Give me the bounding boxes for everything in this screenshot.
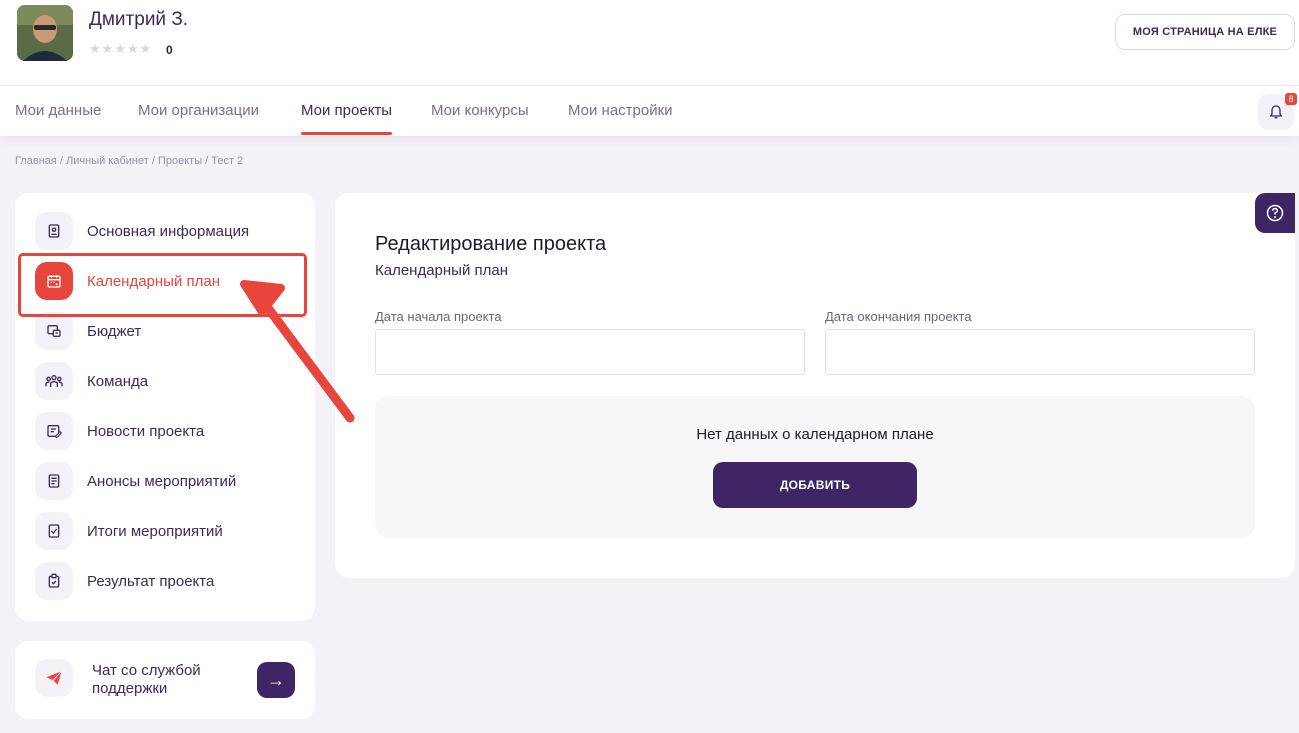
help-button[interactable] <box>1255 193 1295 233</box>
sidebar-item-team[interactable]: Команда <box>35 361 305 401</box>
news-icon <box>35 412 73 450</box>
end-date-input[interactable] <box>825 329 1255 375</box>
rating-stars: ★ ★ ★ ★ ★ <box>89 42 151 55</box>
sidebar-item-calendar-plan[interactable]: Календарный план <box>35 261 305 301</box>
top-bar: Дмитрий З. ★ ★ ★ ★ ★ 0 МОЯ СТРАНИЦА НА ЕЛКЕ <box>0 0 1299 86</box>
sidebar-item-label: Результат проекта <box>87 572 215 590</box>
notifications-badge: 8 <box>1285 93 1297 105</box>
calendar-plan-empty-state: Нет данных о календарном плане ДОБАВИТЬ <box>375 396 1255 538</box>
avatar-photo <box>17 5 73 61</box>
open-chat-button[interactable]: → <box>257 662 295 698</box>
breadcrumb[interactable]: Главная / Личный кабинет / Проекты / Тес… <box>15 155 243 167</box>
sidebar-item-label: Бюджет <box>87 322 142 340</box>
checklist-icon <box>35 512 73 550</box>
team-icon <box>35 362 73 400</box>
support-chat-card[interactable]: Чат со службой поддержки → <box>15 641 315 719</box>
tab-my-projects[interactable]: Мои проекты <box>301 86 393 136</box>
page-subtitle: Календарный план <box>375 262 509 279</box>
main-nav: Мои данные Мои организации Мои проекты М… <box>0 86 1299 136</box>
bell-icon <box>1270 105 1282 119</box>
add-button[interactable]: ДОБАВИТЬ <box>713 462 917 508</box>
sidebar-item-event-results[interactable]: Итоги мероприятий <box>35 511 305 551</box>
sidebar-item-label: Анонсы мероприятий <box>87 472 237 490</box>
tab-my-data[interactable]: Мои данные <box>15 86 101 136</box>
announcement-icon <box>35 462 73 500</box>
project-edit-card: Редактирование проекта Календарный план … <box>335 193 1295 578</box>
star-icon: ★ <box>139 41 152 56</box>
star-icon: ★ <box>89 41 101 56</box>
page-title: Редактирование проекта <box>375 233 607 255</box>
project-sidebar: Основная информация Календарный план Бюд… <box>15 193 315 621</box>
sidebar-item-project-result[interactable]: Результат проекта <box>35 561 305 601</box>
sidebar-item-label: Новости проекта <box>87 422 205 440</box>
sidebar-item-label: Календарный план <box>87 272 221 290</box>
start-date-input[interactable] <box>375 329 805 375</box>
sidebar-item-main-info[interactable]: Основная информация <box>35 211 305 251</box>
tab-my-organizations[interactable]: Мои организации <box>138 86 259 136</box>
start-date-label: Дата начала проекта <box>375 309 502 324</box>
empty-state-text: Нет данных о календарном плане <box>696 426 934 443</box>
tab-my-settings[interactable]: Мои настройки <box>568 86 673 136</box>
sidebar-item-event-announcements[interactable]: Анонсы мероприятий <box>35 461 305 501</box>
sidebar-item-label: Основная информация <box>87 222 250 240</box>
star-icon: ★ <box>126 41 139 56</box>
question-icon <box>1266 204 1284 222</box>
document-icon <box>35 212 73 250</box>
sidebar-item-label: Итоги мероприятий <box>87 522 223 540</box>
budget-icon <box>35 312 73 350</box>
clipboard-icon <box>35 562 73 600</box>
tab-my-contests[interactable]: Мои конкурсы <box>431 86 529 136</box>
calendar-icon <box>35 262 73 300</box>
avatar[interactable] <box>17 5 73 61</box>
sidebar-item-project-news[interactable]: Новости проекта <box>35 411 305 451</box>
sidebar-item-budget[interactable]: Бюджет <box>35 311 305 351</box>
sidebar-item-label: Команда <box>87 372 149 390</box>
end-date-label: Дата окончания проекта <box>825 309 972 324</box>
support-chat-label: Чат со службой поддержки <box>92 662 201 697</box>
star-icon: ★ <box>101 41 114 56</box>
rating-count: 0 <box>166 43 173 57</box>
my-page-button[interactable]: МОЯ СТРАНИЦА НА ЕЛКЕ <box>1115 14 1295 50</box>
paper-plane-icon <box>35 659 73 697</box>
star-icon: ★ <box>114 41 126 56</box>
user-name: Дмитрий З. <box>89 9 189 30</box>
